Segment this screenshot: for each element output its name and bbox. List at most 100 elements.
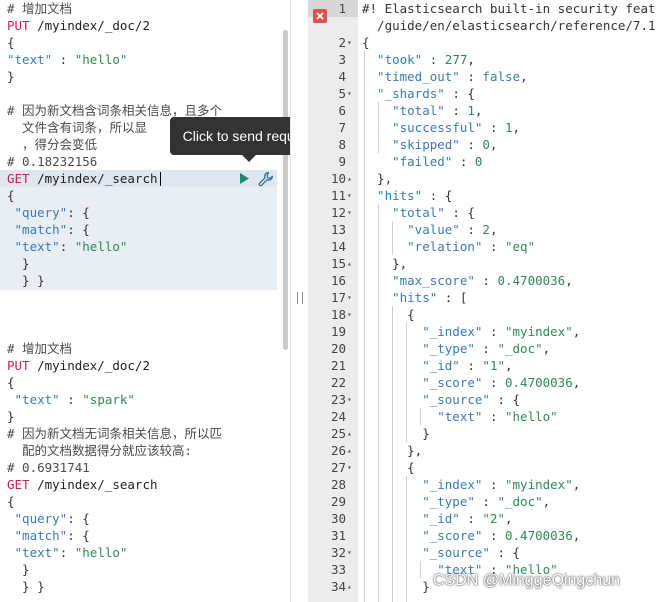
fold-toggle-icon[interactable]: ▾: [347, 459, 357, 476]
response-line[interactable]: "failed" : 0: [362, 153, 482, 170]
response-token: ,: [572, 477, 581, 492]
console-line[interactable]: }: [7, 68, 15, 85]
response-viewer[interactable]: #! Elasticsearch built-in security feat …: [358, 0, 663, 602]
request-settings-button[interactable]: [257, 170, 275, 188]
response-token: false: [482, 69, 521, 84]
response-line[interactable]: "_id" : "1",: [362, 357, 512, 374]
response-line[interactable]: "max_score" : 0.4700036,: [362, 272, 573, 289]
response-line[interactable]: "_id" : "2",: [362, 510, 512, 527]
request-editor[interactable]: # 增加文档 PUT /myindex/_doc/2{"text" : "hell…: [0, 0, 290, 602]
console-line[interactable]: ，得分会变低: [7, 136, 97, 153]
response-token: "successful": [362, 120, 483, 135]
console-line[interactable]: "query": {: [7, 510, 90, 527]
response-line[interactable]: "_source" : {: [362, 391, 520, 408]
response-line[interactable]: "skipped" : 0,: [362, 136, 497, 153]
console-line[interactable]: "match": {: [7, 221, 90, 238]
console-line[interactable]: # 因为新文档无词条相关信息，所以匹: [7, 425, 222, 442]
response-line[interactable]: {: [362, 34, 370, 51]
response-line[interactable]: },: [362, 255, 407, 272]
console-line[interactable]: "text" : "spark": [7, 391, 135, 408]
response-token: :: [459, 358, 483, 373]
line-number: 21: [330, 358, 346, 373]
console-line[interactable]: "query": {: [7, 204, 90, 221]
response-line[interactable]: /guide/en/elasticsearch/reference/7.1: [362, 17, 655, 34]
request-path: /myindex/_doc/2: [29, 18, 150, 33]
console-line[interactable]: "match": {: [7, 527, 90, 544]
fold-toggle-icon[interactable]: ▴: [347, 442, 357, 459]
console-line[interactable]: }: [7, 255, 30, 272]
console-line[interactable]: "text": "hello": [7, 544, 128, 561]
fold-toggle-icon[interactable]: ▴: [347, 425, 357, 442]
response-line[interactable]: "timed_out" : false,: [362, 68, 528, 85]
send-request-button[interactable]: [237, 171, 251, 186]
console-line[interactable]: "text": "hello": [7, 238, 128, 255]
response-line[interactable]: "_type" : "_doc",: [362, 340, 550, 357]
console-line[interactable]: # 0.18232156: [7, 153, 97, 170]
fold-toggle-icon[interactable]: ▾: [347, 391, 357, 408]
console-line[interactable]: GET /myindex/_search: [7, 170, 158, 187]
response-line[interactable]: "_score" : 0.4700036,: [362, 374, 580, 391]
response-line[interactable]: "hits" : {: [362, 187, 452, 204]
response-line[interactable]: "relation" : "eq": [362, 238, 535, 255]
response-token: {: [362, 35, 370, 50]
console-line[interactable]: 文件含有词条，所以显: [7, 119, 147, 136]
response-line[interactable]: }: [362, 578, 430, 595]
response-line[interactable]: },: [362, 170, 392, 187]
response-line[interactable]: }: [362, 425, 430, 442]
response-line[interactable]: "value" : 2,: [362, 221, 497, 238]
response-line[interactable]: "_score" : 0.4700036,: [362, 527, 580, 544]
response-token: :: [459, 222, 483, 237]
response-line[interactable]: #! Elasticsearch built-in security feat: [362, 0, 656, 17]
fold-toggle-icon[interactable]: ▾: [347, 34, 357, 51]
editor-scrollbar[interactable]: [283, 30, 288, 350]
response-line[interactable]: "text" : "hello": [362, 408, 557, 425]
fold-toggle-icon[interactable]: ▾: [347, 289, 357, 306]
response-line[interactable]: "total" : {: [362, 204, 475, 221]
response-line[interactable]: "took" : 277,: [362, 51, 475, 68]
console-line[interactable]: }: [7, 408, 15, 425]
code-comment: 文件含有词条，所以显: [7, 120, 148, 135]
fold-toggle-icon[interactable]: ▾: [347, 85, 357, 102]
code-comment: # 0.6931741: [7, 460, 90, 475]
console-line[interactable]: PUT /myindex/_doc/2: [7, 357, 150, 374]
json-key: "query": [7, 511, 68, 526]
console-line[interactable]: 配的文档数据得分就应该较高:: [7, 442, 192, 459]
response-line[interactable]: "_index" : "myindex",: [362, 323, 580, 340]
fold-toggle-icon[interactable]: ▾: [347, 187, 357, 204]
console-line[interactable]: # 增加文档: [7, 0, 72, 17]
console-line[interactable]: }: [7, 561, 30, 578]
fold-toggle-icon[interactable]: ▾: [347, 544, 357, 561]
splitter-grip-icon[interactable]: [297, 292, 303, 304]
fold-toggle-icon[interactable]: ▾: [347, 306, 357, 323]
console-line[interactable]: "text" : "hello": [7, 51, 127, 68]
response-line[interactable]: },: [362, 442, 422, 459]
response-line[interactable]: "_index" : "myindex",: [362, 476, 580, 493]
response-line[interactable]: {: [362, 306, 415, 323]
console-line[interactable]: # 0.6931741: [7, 459, 90, 476]
response-line[interactable]: "successful" : 1,: [362, 119, 520, 136]
code-text: }: [7, 256, 30, 271]
response-line[interactable]: "total" : 1,: [362, 102, 482, 119]
fold-toggle-icon[interactable]: ▾: [347, 204, 357, 221]
response-line[interactable]: {: [362, 459, 415, 476]
console-line[interactable]: {: [7, 374, 15, 391]
console-line[interactable]: GET /myindex/_search: [7, 476, 158, 493]
console-line[interactable]: } }: [7, 578, 45, 595]
response-line[interactable]: "_shards" : {: [362, 85, 475, 102]
response-token: : {: [422, 188, 453, 203]
response-token: "_id": [362, 511, 460, 526]
json-key: "match": [7, 528, 68, 543]
fold-toggle-icon[interactable]: ▴: [347, 578, 357, 595]
console-line[interactable]: {: [7, 493, 15, 510]
response-line[interactable]: "hits" : [: [362, 289, 467, 306]
console-line[interactable]: } }: [7, 272, 45, 289]
response-line[interactable]: "_type" : "_doc",: [362, 493, 550, 510]
console-line[interactable]: PUT /myindex/_doc/2: [7, 17, 150, 34]
console-line[interactable]: # 增加文档: [7, 340, 72, 357]
console-line[interactable]: {: [7, 34, 15, 51]
fold-toggle-icon[interactable]: ▴: [347, 170, 357, 187]
console-line[interactable]: {: [7, 187, 15, 204]
response-line[interactable]: "_source" : {: [362, 544, 520, 561]
fold-toggle-icon[interactable]: ▴: [347, 255, 357, 272]
response-token: : {: [489, 392, 521, 407]
